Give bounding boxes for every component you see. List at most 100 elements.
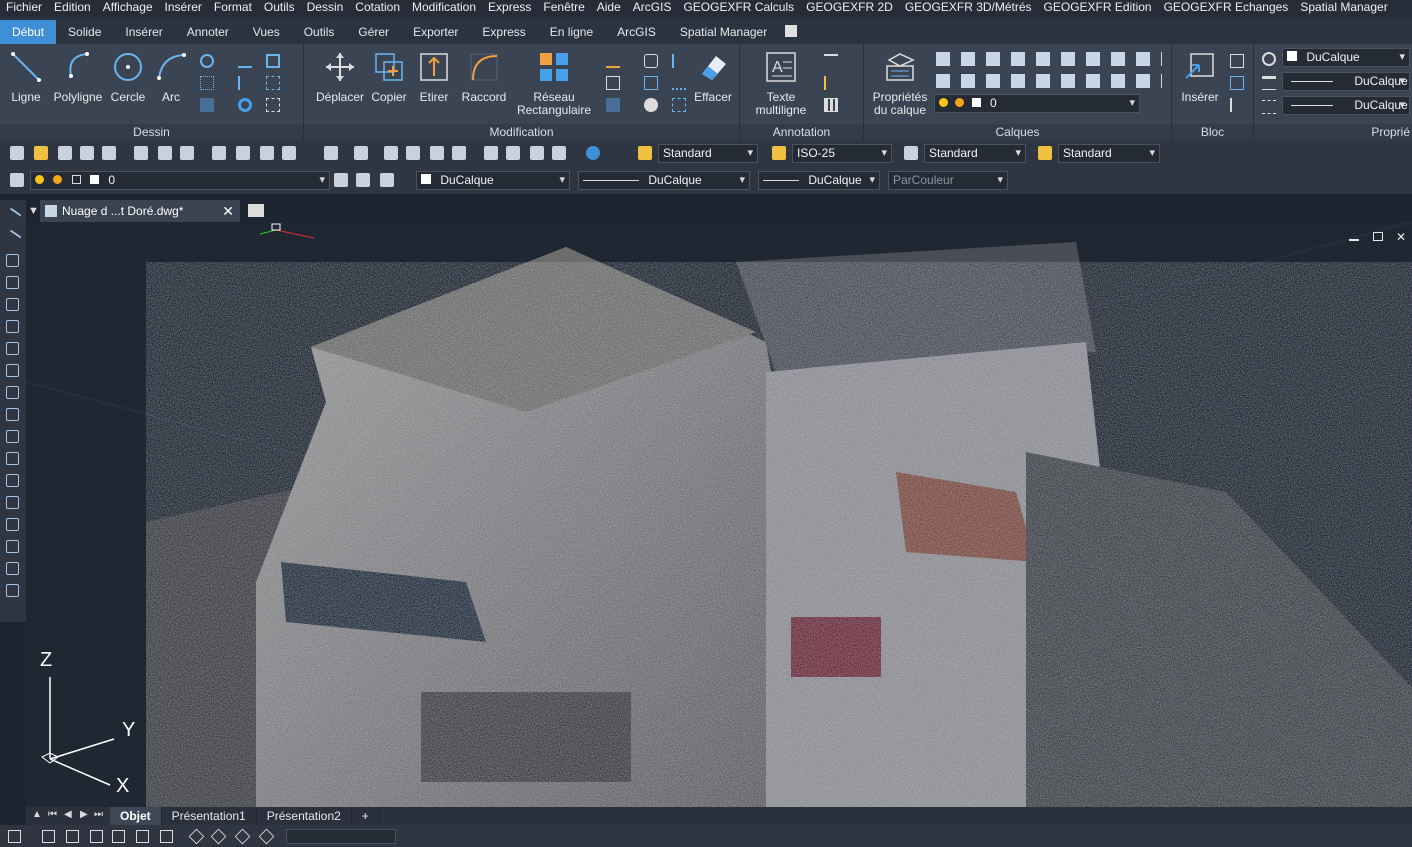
- new-document-icon[interactable]: [248, 204, 264, 217]
- save-as-icon[interactable]: [80, 146, 94, 160]
- document-tab[interactable]: Nuage d ...t Doré.dwg* ✕: [40, 200, 240, 222]
- mirror-icon[interactable]: [644, 76, 658, 90]
- print-preview-icon[interactable]: [158, 146, 172, 160]
- rectangle-icon[interactable]: [266, 54, 280, 68]
- menu-outils[interactable]: Outils: [258, 0, 301, 17]
- region-icon[interactable]: [266, 76, 280, 90]
- iso-nw-icon[interactable]: [258, 828, 275, 845]
- tab-vues[interactable]: Vues: [241, 20, 292, 44]
- layer-combo[interactable]: 0: [30, 171, 330, 190]
- next-layout-icon[interactable]: ▶: [80, 809, 88, 820]
- prev-layout-icon[interactable]: ◀: [64, 809, 72, 820]
- menu-express[interactable]: Express: [482, 0, 537, 17]
- redo-icon[interactable]: [354, 146, 368, 160]
- layout-tab-presentation1[interactable]: Présentation1: [162, 807, 257, 825]
- tab-debut[interactable]: Début: [0, 20, 57, 44]
- new-icon[interactable]: [10, 146, 24, 160]
- insert-block-icon[interactable]: [6, 452, 19, 465]
- status-dropdown[interactable]: [286, 829, 396, 844]
- undo-icon[interactable]: [324, 146, 338, 160]
- table-icon[interactable]: [6, 562, 19, 575]
- stretch-button[interactable]: Etirer: [412, 50, 456, 104]
- prop-lineweight-combo[interactable]: DuCalque: [1282, 72, 1410, 91]
- table-style-combo[interactable]: Standard: [924, 144, 1026, 163]
- ellipse-arc-icon[interactable]: [6, 430, 19, 443]
- leader-icon[interactable]: [824, 76, 838, 90]
- fillet-button[interactable]: Raccord: [456, 50, 512, 104]
- layer-states-icon[interactable]: [356, 173, 370, 187]
- hatch-icon[interactable]: [6, 518, 19, 531]
- layer-isolate-icon[interactable]: [380, 173, 394, 187]
- explode-icon[interactable]: [644, 98, 658, 112]
- mtext-button[interactable]: A Texte multiligne: [746, 50, 816, 117]
- menu-aide[interactable]: Aide: [591, 0, 627, 17]
- pan-icon[interactable]: [384, 146, 398, 160]
- color-combo[interactable]: DuCalque: [416, 171, 570, 190]
- circle-button[interactable]: Cercle: [108, 50, 148, 104]
- menu-modification[interactable]: Modification: [406, 0, 482, 17]
- rect-array-button[interactable]: Réseau Rectangulaire: [510, 50, 598, 117]
- restore-icon[interactable]: [1372, 232, 1383, 241]
- spline-icon[interactable]: [6, 386, 19, 399]
- lineweight-icon[interactable]: [1262, 76, 1276, 90]
- open-icon[interactable]: [34, 146, 48, 160]
- tab-en-ligne[interactable]: En ligne: [538, 20, 605, 44]
- save-all-icon[interactable]: [102, 146, 116, 160]
- ribbon-minimize-icon[interactable]: [785, 24, 798, 37]
- iso-sw-icon[interactable]: [188, 828, 205, 845]
- tab-outils[interactable]: Outils: [292, 20, 347, 44]
- layout-tab-add[interactable]: +: [352, 807, 380, 825]
- view-front-icon[interactable]: [42, 830, 55, 843]
- table-icon[interactable]: [824, 98, 838, 112]
- menu-affichage[interactable]: Affichage: [97, 0, 159, 17]
- polygon-icon[interactable]: [6, 276, 19, 289]
- command-line-icon[interactable]: [8, 830, 21, 843]
- region-icon[interactable]: [6, 540, 19, 553]
- minimize-icon[interactable]: [1349, 239, 1360, 241]
- tab-solide[interactable]: Solide: [56, 20, 113, 44]
- iso-se-icon[interactable]: [210, 828, 227, 845]
- ellipse-icon[interactable]: [6, 408, 19, 421]
- hatch-icon[interactable]: [200, 98, 214, 112]
- close-icon[interactable]: ✕: [1396, 230, 1406, 244]
- layout-tab-presentation2[interactable]: Présentation2: [257, 807, 352, 825]
- rotate-icon[interactable]: [606, 98, 620, 112]
- copy-clip-icon[interactable]: [236, 146, 250, 160]
- plotstyle-combo[interactable]: ParCouleur: [888, 171, 1008, 190]
- layer-properties-button[interactable]: Propriétés du calque: [868, 50, 932, 117]
- menu-geogexfr-edition[interactable]: GEOGEXFR Edition: [1038, 0, 1158, 17]
- first-layout-icon[interactable]: ⏮: [48, 809, 57, 820]
- scroll-up-icon[interactable]: ▲: [32, 809, 42, 820]
- lineweight-combo[interactable]: DuCalque: [758, 171, 880, 190]
- view-back-icon[interactable]: [66, 830, 79, 843]
- ribbon-layer-combo[interactable]: 0: [934, 94, 1140, 113]
- attribute-icon[interactable]: [1230, 98, 1244, 112]
- line-button[interactable]: Ligne: [6, 50, 46, 104]
- linetype-icon[interactable]: [1262, 100, 1276, 114]
- menu-geogexfr-echanges[interactable]: GEOGEXFR Echanges: [1158, 0, 1295, 17]
- copy-button[interactable]: Copier: [366, 50, 412, 104]
- drawing-viewport[interactable]: ✕ Z Y X: [26, 222, 1412, 807]
- edit-block-icon[interactable]: [1230, 76, 1244, 90]
- spline-icon[interactable]: [238, 54, 252, 68]
- polyline-icon[interactable]: [6, 254, 19, 267]
- layout-tab-objet[interactable]: Objet: [110, 807, 162, 825]
- mtext-icon[interactable]: [6, 584, 19, 597]
- circle-icon[interactable]: [6, 342, 19, 355]
- layer-previous-icon[interactable]: [334, 173, 348, 187]
- offset-icon[interactable]: [644, 54, 658, 68]
- rectangle-icon[interactable]: [6, 298, 19, 311]
- zoom-realtime-icon[interactable]: [406, 146, 420, 160]
- last-layout-icon[interactable]: ⏭: [94, 809, 103, 820]
- menu-edition[interactable]: Edition: [48, 0, 97, 17]
- dim-style-combo[interactable]: ISO-25: [792, 144, 892, 163]
- view-right-icon[interactable]: [112, 830, 125, 843]
- zoom-window-icon[interactable]: [430, 146, 444, 160]
- point-icon[interactable]: [6, 496, 19, 509]
- revcloud-icon[interactable]: [238, 76, 252, 90]
- chamfer-icon[interactable]: [672, 98, 686, 112]
- layer-manager-icon[interactable]: [10, 173, 24, 187]
- zoom-previous-icon[interactable]: [452, 146, 466, 160]
- menu-geogexfr-2d[interactable]: GEOGEXFR 2D: [800, 0, 899, 17]
- view-top-icon[interactable]: [136, 830, 149, 843]
